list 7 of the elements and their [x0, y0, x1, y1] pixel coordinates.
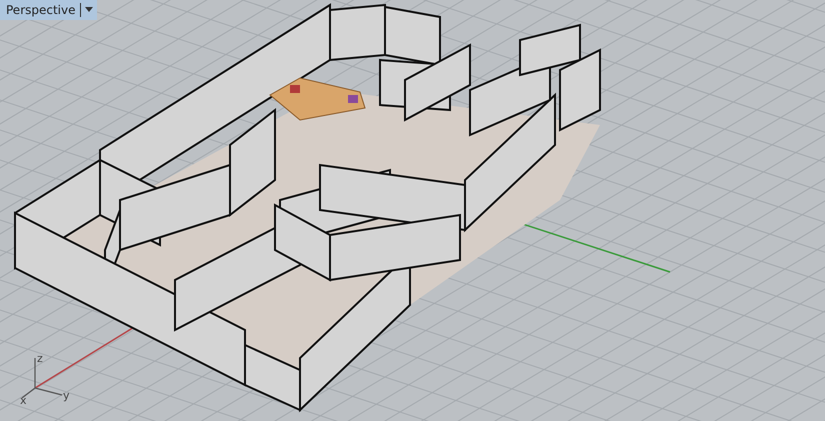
y-axis-label: y — [63, 389, 70, 402]
dropdown-caret-icon[interactable] — [84, 7, 92, 13]
axis-triad-drawing — [22, 358, 62, 398]
viewport-title-tab[interactable]: Perspective — [0, 0, 96, 20]
viewport-title: Perspective — [6, 3, 76, 17]
x-axis-label: x — [20, 394, 27, 407]
z-axis-label: z — [37, 352, 43, 365]
